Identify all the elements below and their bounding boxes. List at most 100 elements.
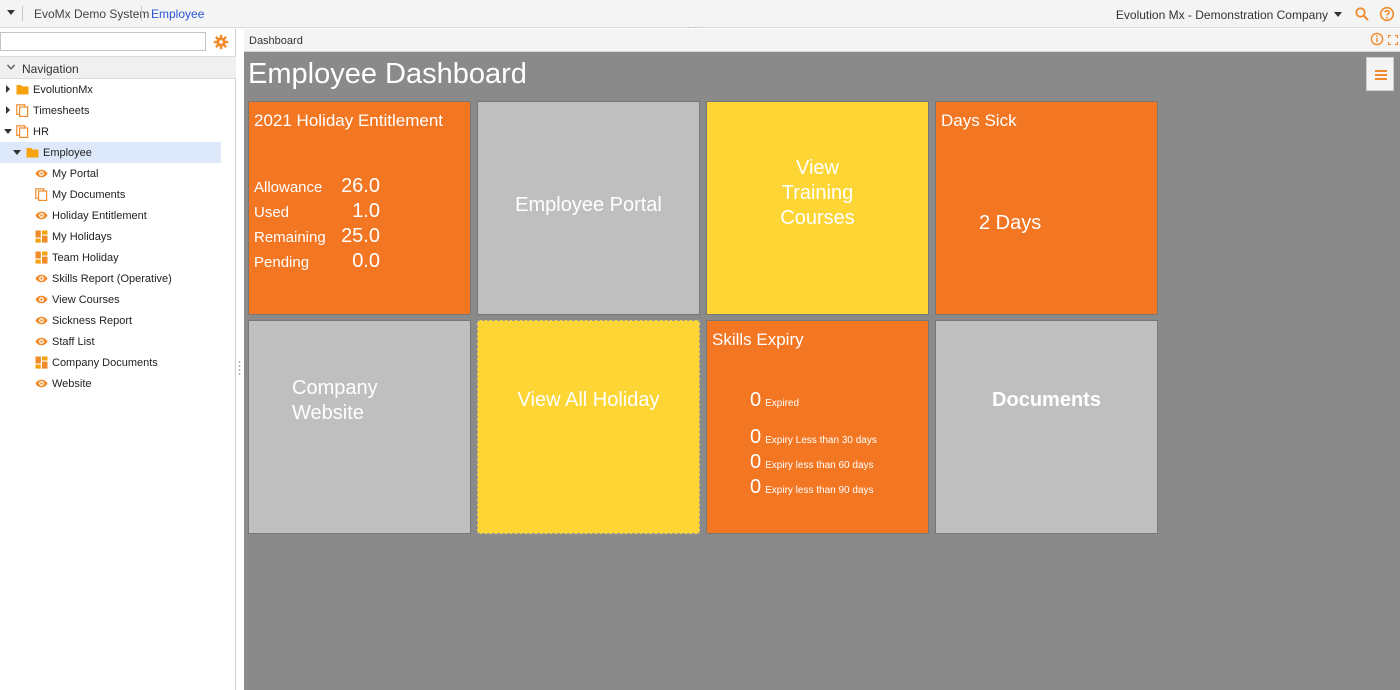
tree-item-label: Staff List (52, 336, 95, 348)
expiry-60-row: 0 Expiry less than 60 days (750, 451, 874, 473)
company-selector[interactable]: Evolution Mx - Demonstration Company (1116, 8, 1328, 22)
employee-crumb[interactable]: Employee (151, 7, 204, 21)
expired-row: 0 Expired (750, 389, 799, 411)
allowance-value: 26.0 (341, 175, 380, 197)
dashboard-icon (35, 356, 48, 369)
tree-item-my-documents[interactable]: My Documents (0, 184, 236, 205)
expiry-60-label: Expiry less than 60 days (765, 460, 874, 471)
tile-label-line2: Website (292, 402, 364, 424)
tree-item-label: Timesheets (33, 105, 90, 117)
navigation-header[interactable]: Navigation (0, 56, 236, 79)
tree-item-label: My Holidays (52, 231, 112, 243)
collapse-arrow-icon[interactable] (4, 129, 12, 134)
used-value: 1.0 (352, 200, 380, 222)
sidebar: Navigation EvolutionMx Timesheets HR Emp… (0, 29, 236, 690)
tree-item-label: HR (33, 126, 49, 138)
tile-label-line1: Company (292, 377, 378, 399)
expand-arrow-icon[interactable] (6, 85, 10, 93)
top-bar: EvoMx Demo System Employee ..... Evoluti… (0, 0, 1400, 30)
tile-label: Employee Portal (515, 194, 662, 216)
tree-item-staff-list[interactable]: Staff List (0, 331, 236, 352)
eye-icon (35, 379, 48, 388)
view-training-courses-tile[interactable]: View Training Courses (706, 101, 929, 315)
pages-icon (16, 125, 29, 138)
search-row (0, 32, 236, 52)
info-icon[interactable] (1370, 32, 1384, 46)
pages-icon (35, 188, 48, 201)
tree-item-sickness-report[interactable]: Sickness Report (0, 310, 236, 331)
employee-portal-tile[interactable]: Employee Portal (477, 101, 700, 315)
allowance-label: Allowance (254, 179, 323, 196)
expiry-60-count: 0 (750, 451, 762, 473)
skills-expiry-tile[interactable]: Skills Expiry 0 Expired 0 Expiry Less than… (706, 320, 929, 534)
tile-title: 2021 Holiday Entitlement (254, 111, 444, 130)
expiry-90-row: 0 Expiry less than 90 days (750, 476, 874, 498)
tree-item-website[interactable]: Website (0, 373, 236, 394)
tree-item-label: Skills Report (Operative) (52, 273, 172, 285)
dashboard-tab[interactable]: Dashboard (249, 35, 303, 47)
expand-arrow-icon[interactable] (6, 106, 10, 114)
documents-tile[interactable]: Documents (935, 320, 1158, 534)
eye-icon (35, 316, 48, 325)
company-caret-icon[interactable] (1334, 12, 1342, 17)
tree-item-my-portal[interactable]: My Portal (0, 163, 236, 184)
tree-item-label: Company Documents (52, 357, 158, 369)
tree-item-label: Sickness Report (52, 315, 133, 327)
search-icon[interactable] (1354, 6, 1370, 22)
app-name-crumb[interactable]: EvoMx Demo System (34, 7, 149, 21)
tree-item-skills-report[interactable]: Skills Report (Operative) (0, 268, 236, 289)
pending-row: Pending 0.0 (254, 249, 394, 273)
tree-item-label: My Portal (52, 168, 99, 180)
dashboard-header: Dashboard (244, 29, 1400, 52)
tree-item-my-holidays[interactable]: My Holidays (0, 226, 236, 247)
eye-icon (35, 211, 48, 220)
tree-item-label: Website (52, 378, 92, 390)
tile-label: Documents (992, 389, 1101, 411)
tree-item-hr[interactable]: HR (0, 121, 236, 142)
expiry-30-row: 0 Expiry Less than 30 days (750, 426, 877, 448)
tile-label: View All Holiday (517, 389, 660, 411)
splitter-handle[interactable] (237, 360, 242, 378)
tree-item-label: EvolutionMx (33, 84, 93, 96)
tree-item-holiday-entitlement[interactable]: Holiday Entitlement (0, 205, 236, 226)
tree-item-employee[interactable]: Employee (0, 142, 221, 163)
company-website-tile[interactable]: Company Website (248, 320, 471, 534)
view-all-holiday-tile[interactable]: View All Holiday (477, 320, 700, 534)
gear-icon[interactable] (213, 34, 229, 50)
tree-item-team-holiday[interactable]: Team Holiday (0, 247, 236, 268)
main-panel: Dashboard Employee Dashboard 2021 Holida… (244, 29, 1400, 690)
tree-item-label: My Documents (52, 189, 126, 201)
remaining-label: Remaining (254, 229, 326, 246)
help-icon[interactable] (1379, 6, 1395, 22)
collapse-arrow-icon[interactable] (13, 150, 21, 155)
pending-value: 0.0 (352, 250, 380, 272)
hamburger-menu-icon[interactable] (1366, 57, 1394, 91)
tree-item-label: Team Holiday (52, 252, 119, 264)
tree-item-view-courses[interactable]: View Courses (0, 289, 236, 310)
search-input[interactable] (0, 32, 206, 51)
tree-item-timesheets[interactable]: Timesheets (0, 100, 236, 121)
tile-label-line2: Training (781, 182, 854, 204)
expiry-90-count: 0 (750, 476, 762, 498)
remaining-row: Remaining 25.0 (254, 224, 394, 248)
tile-label-line1: View (796, 157, 839, 179)
chevron-down-icon (7, 64, 15, 70)
folder-icon (26, 148, 39, 158)
menu-caret-icon[interactable] (7, 10, 15, 15)
tree-item-company-documents[interactable]: Company Documents (0, 352, 236, 373)
days-sick-tile[interactable]: Days Sick 2 Days (935, 101, 1158, 315)
used-row: Used 1.0 (254, 199, 394, 223)
tree-item-label: View Courses (52, 294, 120, 306)
expand-icon[interactable] (1388, 35, 1398, 45)
eye-icon (35, 169, 48, 178)
eye-icon (35, 337, 48, 346)
expiry-90-label: Expiry less than 90 days (765, 485, 874, 496)
expiry-30-count: 0 (750, 426, 762, 448)
tree-item-evolutionmx[interactable]: EvolutionMx (0, 79, 236, 100)
tree-item-label: Employee (43, 147, 92, 159)
holiday-entitlement-tile[interactable]: 2021 Holiday Entitlement Allowance 26.0 … (248, 101, 471, 315)
dashboard-icon (35, 251, 48, 264)
expiry-30-label: Expiry Less than 30 days (765, 435, 877, 446)
pending-label: Pending (254, 254, 310, 271)
navigation-title: Navigation (22, 62, 79, 76)
